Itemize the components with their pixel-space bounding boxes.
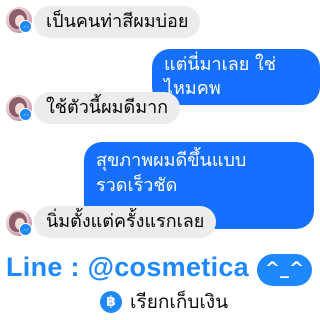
message-bubble-incoming: เป็นคนท่าสีผมบ่อย	[34, 6, 201, 38]
message-bubble-incoming: ใช้ตัวนี้ผมดีมาก	[34, 92, 181, 124]
message-bubble-outgoing: แต่นี่มาเลย ใช่ไหมคพ	[152, 49, 320, 105]
messenger-badge-icon	[19, 20, 32, 33]
baht-coin-icon: ฿	[100, 291, 122, 313]
messenger-badge-icon	[19, 223, 32, 236]
emoticon-badge: ^_^	[257, 254, 312, 286]
line-contact-id: Line : @cosmetica	[6, 252, 249, 282]
messenger-badge-icon	[19, 108, 32, 121]
request-payment-button[interactable]: ฿ เรียกเก็บเงิน	[100, 289, 228, 315]
request-payment-label: เรียกเก็บเงิน	[130, 291, 229, 313]
message-line: สุขภาพผมดีขึ้นแบบรวดเร็วชัด	[96, 150, 247, 196]
message-bubble-incoming: นิ่มตั้งแต่ครั้งแรกเลย	[34, 206, 217, 238]
